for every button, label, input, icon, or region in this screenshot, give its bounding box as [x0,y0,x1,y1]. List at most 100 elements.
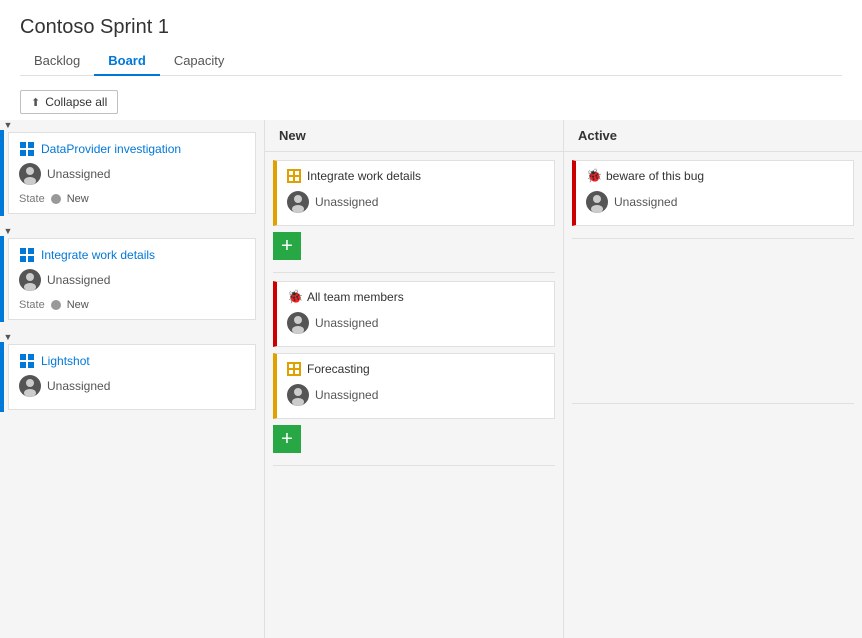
collapse-all-button[interactable]: ⬆ Collapse all [20,90,118,114]
card-title-forecasting: Forecasting [307,362,370,376]
card-assignee-name-forecasting: Unassigned [315,388,378,402]
assignee-name-integrate: Unassigned [47,273,110,287]
column-body-new: Integrate work details [265,152,563,638]
new-section-1: Integrate work details [273,160,555,266]
collapse-all-icon: ⬆ [31,96,40,109]
collapse-arrow-lightshot[interactable]: ▼ [0,332,16,342]
backlog-group-integrate: ▼ Integrate work details [0,226,264,322]
card-beware-bug-title: 🐞 beware of this bug [586,169,843,183]
backlog-icon-integrate [19,247,35,263]
state-dot-dataprovider [51,194,61,204]
card-integrate-work[interactable]: Integrate work details [273,160,555,226]
card-forecasting-title: Forecasting [287,362,544,376]
assignee-name-lightshot: Unassigned [47,379,110,393]
card-beware-bug[interactable]: 🐞 beware of this bug [572,160,854,226]
assignee-row-integrate: Unassigned [19,269,245,291]
avatar-card-forecasting [287,384,309,406]
task-icon-integrate-work [287,169,301,183]
column-header-new: New [265,120,563,152]
sidebar: ▼ DataProvider investigation [0,120,265,638]
card-title-beware-bug: beware of this bug [606,169,704,183]
card-all-team[interactable]: 🐞 All team members [273,281,555,347]
assignee-row-dataprovider: Unassigned [19,163,245,185]
backlog-item-title-lightshot: Lightshot [19,353,245,369]
column-active: Active 🐞 beware of this bug [564,120,862,638]
avatar-card-beware-bug [586,191,608,213]
card-integrate-work-title: Integrate work details [287,169,544,183]
bug-icon-beware: 🐞 [586,169,600,183]
avatar-dataprovider [19,163,41,185]
collapse-all-label: Collapse all [45,95,107,109]
avatar-integrate [19,269,41,291]
section-divider-active-2 [572,403,854,404]
section-divider-new-2 [273,465,555,466]
blue-bar-lightshot [0,342,4,412]
tab-board[interactable]: Board [94,47,160,76]
page-title: Contoso Sprint 1 [20,16,842,39]
backlog-card-dataprovider: DataProvider investigation Unassigned [8,132,256,214]
card-title-all-team: All team members [307,290,404,304]
state-row-integrate: State New [19,295,245,311]
backlog-icon-lightshot [19,353,35,369]
column-new: New Integrate work details [265,120,564,638]
card-assignee-name-all-team: Unassigned [315,316,378,330]
new-section-3 [273,474,555,534]
active-section-2 [572,247,854,397]
backlog-item-title-dataprovider: DataProvider investigation [19,141,245,157]
group-header-dataprovider[interactable]: ▼ [0,120,264,130]
backlog-title-bar-integrate: Integrate work details Unassigned [0,236,264,322]
backlog-group-dataprovider: ▼ DataProvider investigation [0,120,264,216]
card-assignee-beware-bug: Unassigned [586,191,843,213]
toolbar: ⬆ Collapse all [0,84,862,120]
backlog-title-bar-dataprovider: DataProvider investigation Unassigned [0,130,264,216]
card-title-integrate-work: Integrate work details [307,169,421,183]
blue-bar-dataprovider [0,130,4,216]
card-all-team-title: 🐞 All team members [287,290,544,304]
state-row-dataprovider: State New [19,189,245,205]
backlog-card-lightshot: Lightshot Unassigned [8,344,256,410]
state-value-dataprovider: New [67,193,89,205]
task-icon-forecasting [287,362,301,376]
backlog-title-dataprovider: DataProvider investigation [41,142,181,156]
add-card-button-new-1[interactable]: + [273,232,301,260]
backlog-title-lightshot: Lightshot [41,354,90,368]
backlog-title-integrate: Integrate work details [41,248,155,262]
collapse-arrow-dataprovider[interactable]: ▼ [0,120,16,130]
header: Contoso Sprint 1 Backlog Board Capacity [0,0,862,84]
add-card-button-new-2[interactable]: + [273,425,301,453]
tab-capacity[interactable]: Capacity [160,47,239,76]
new-section-2: 🐞 All team members [273,281,555,459]
backlog-item-title-integrate: Integrate work details [19,247,245,263]
backlog-group-lightshot: ▼ Lightshot [0,332,264,412]
assignee-row-lightshot: Unassigned [19,375,245,397]
nav-tabs: Backlog Board Capacity [20,47,842,76]
blue-bar-integrate [0,236,4,322]
bug-icon-all-team: 🐞 [287,290,301,304]
group-header-integrate[interactable]: ▼ [0,226,264,236]
state-value-integrate: New [67,299,89,311]
backlog-title-bar-lightshot: Lightshot Unassigned [0,342,264,412]
tab-backlog[interactable]: Backlog [20,47,94,76]
section-divider-new [273,272,555,273]
main-content: ▼ DataProvider investigation [0,120,862,638]
column-header-active: Active [564,120,862,152]
backlog-icon-dataprovider [19,141,35,157]
assignee-name-dataprovider: Unassigned [47,167,110,181]
active-section-3 [572,412,854,472]
avatar-card-integrate-work [287,191,309,213]
active-section-1: 🐞 beware of this bug [572,160,854,232]
group-header-lightshot[interactable]: ▼ [0,332,264,342]
card-forecasting[interactable]: Forecasting Unassig [273,353,555,419]
card-assignee-all-team: Unassigned [287,312,544,334]
state-dot-integrate [51,300,61,310]
avatar-card-all-team [287,312,309,334]
board-area: New Integrate work details [265,120,862,638]
collapse-arrow-integrate[interactable]: ▼ [0,226,16,236]
section-divider-active [572,238,854,239]
card-assignee-forecasting: Unassigned [287,384,544,406]
backlog-card-integrate: Integrate work details Unassigned [8,238,256,320]
column-body-active: 🐞 beware of this bug [564,152,862,638]
card-assignee-name-integrate-work: Unassigned [315,195,378,209]
card-assignee-name-beware-bug: Unassigned [614,195,677,209]
avatar-lightshot [19,375,41,397]
